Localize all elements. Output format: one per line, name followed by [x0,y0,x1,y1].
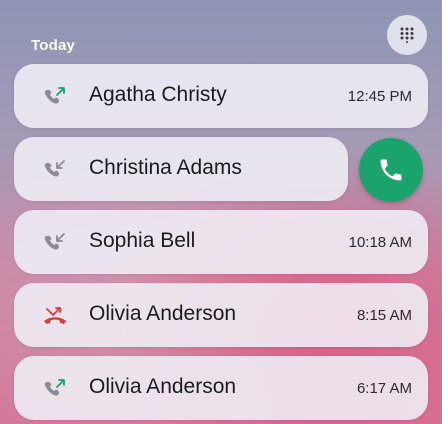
outgoing-call-icon [44,87,65,104]
call-log-item[interactable]: Agatha Christy 12:45 PM [14,64,428,128]
contact-name: Christina Adams [89,156,242,179]
phone-icon [380,159,402,181]
call-log-item[interactable]: Olivia Anderson 6:17 AM [14,356,428,420]
call-time: 8:15 AM [356,307,412,324]
incoming-call-icon [44,160,65,177]
call-time: 6:17 AM [356,380,412,397]
call-button[interactable] [359,138,423,202]
contact-name: Olivia Anderson [89,375,237,398]
call-log-item[interactable]: Olivia Anderson 8:15 AM [14,283,428,347]
call-time: 12:45 PM [347,88,412,105]
dialpad-button[interactable] [387,15,427,55]
contact-name: Agatha Christy [89,83,227,106]
incoming-call-icon [44,233,65,250]
section-title-today: Today [31,37,76,54]
call-log-item[interactable]: Sophia Bell 10:18 AM [14,210,428,274]
contact-name: Olivia Anderson [89,302,237,325]
contact-name: Sophia Bell [89,229,196,252]
dialpad-icon [400,27,414,43]
call-log-item[interactable]: Christina Adams [14,137,348,201]
missed-call-icon [44,307,66,324]
outgoing-call-icon [44,379,65,396]
call-time: 10:18 AM [348,234,412,251]
